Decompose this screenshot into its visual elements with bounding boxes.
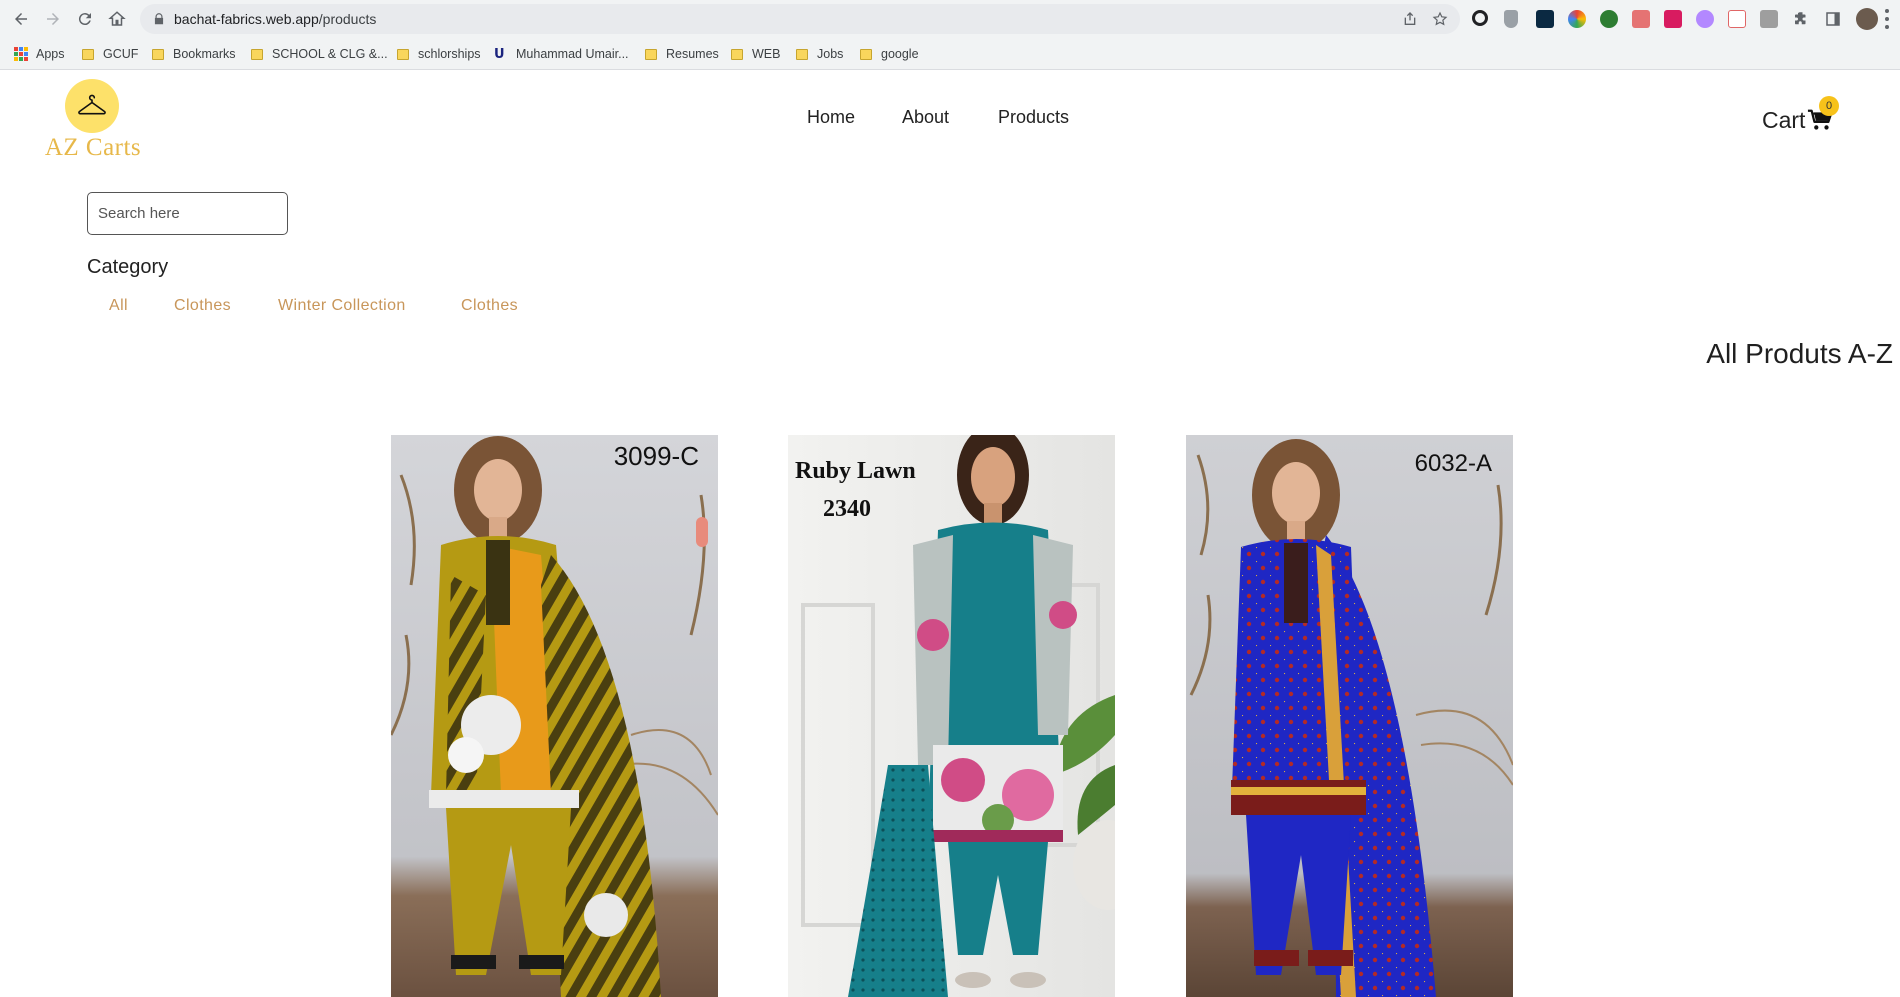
nav-products[interactable]: Products xyxy=(998,107,1069,128)
url-text: bachat-fabrics.web.app/products xyxy=(174,11,377,27)
bookmark-folder-gcuf[interactable]: GCUF xyxy=(82,45,138,63)
extension-react-icon[interactable] xyxy=(1536,10,1554,28)
folder-icon xyxy=(251,48,263,60)
bookmark-folder-schlorships[interactable]: schlorships xyxy=(397,45,481,63)
bookmark-folder-bookmarks[interactable]: Bookmarks xyxy=(152,45,236,63)
category-clothes-2[interactable]: Clothes xyxy=(461,297,518,315)
bookmark-apps[interactable]: Apps xyxy=(14,45,65,63)
product-card[interactable]: 6032-A xyxy=(1186,435,1513,997)
bookmark-folder-web[interactable]: WEB xyxy=(731,45,780,63)
lock-icon xyxy=(154,13,164,25)
extension-wappalyzer-icon[interactable] xyxy=(1664,10,1682,28)
cart-button[interactable]: Cart 0 xyxy=(1762,96,1839,136)
share-icon[interactable] xyxy=(1402,11,1418,27)
extension-shield-icon[interactable] xyxy=(1504,10,1518,28)
main-nav: Home About Products xyxy=(0,107,1900,133)
extension-screenshot-icon[interactable] xyxy=(1632,10,1650,28)
category-clothes[interactable]: Clothes xyxy=(174,297,231,315)
bookmark-folder-google[interactable]: google xyxy=(860,45,919,63)
profile-avatar[interactable] xyxy=(1856,8,1878,30)
browser-toolbar: bachat-fabrics.web.app/products xyxy=(0,0,1900,38)
extension-sync-icon[interactable] xyxy=(1472,10,1488,26)
product-code-line1: Ruby Lawn xyxy=(795,458,916,484)
side-panel-icon[interactable] xyxy=(1824,10,1842,28)
extension-notes-icon[interactable] xyxy=(1760,10,1778,28)
product-card[interactable]: 3099-C xyxy=(391,435,718,997)
reload-icon[interactable] xyxy=(73,7,97,31)
site-u-icon: U xyxy=(494,47,505,62)
apps-grid-icon xyxy=(14,47,28,61)
product-card[interactable]: Ruby Lawn 2340 xyxy=(788,435,1115,997)
extension-color-icon[interactable] xyxy=(1568,10,1586,28)
nav-about[interactable]: About xyxy=(902,107,949,128)
extension-chat-icon[interactable] xyxy=(1696,10,1714,28)
product-image xyxy=(1186,435,1513,997)
bookmark-folder-resumes[interactable]: Resumes xyxy=(645,45,719,63)
folder-icon xyxy=(645,48,657,60)
bookmarks-bar: Apps GCUF Bookmarks SCHOOL & CLG &... sc… xyxy=(0,38,1900,70)
search-input[interactable] xyxy=(87,192,288,235)
product-code: 3099-C xyxy=(613,441,699,471)
folder-icon xyxy=(731,48,743,60)
back-icon[interactable] xyxy=(9,7,33,31)
bookmark-folder-jobs[interactable]: Jobs xyxy=(796,45,843,63)
category-title: Category xyxy=(87,256,169,278)
bookmark-star-icon[interactable] xyxy=(1432,11,1448,27)
folder-icon xyxy=(796,48,808,60)
category-winter-collection[interactable]: Winter Collection xyxy=(278,297,406,315)
folder-icon xyxy=(397,48,409,60)
bookmark-site-umair[interactable]: U Muhammad Umair... xyxy=(494,45,629,63)
folder-icon xyxy=(860,48,872,60)
extension-globe-icon[interactable] xyxy=(1600,10,1618,28)
folder-icon xyxy=(152,48,164,60)
cart-label: Cart xyxy=(1762,106,1806,133)
product-code: 6032-A xyxy=(1414,450,1492,477)
bookmark-folder-school[interactable]: SCHOOL & CLG &... xyxy=(251,45,388,63)
category-all[interactable]: All xyxy=(109,297,128,315)
address-bar[interactable]: bachat-fabrics.web.app/products xyxy=(140,4,1460,34)
home-icon[interactable] xyxy=(105,7,129,31)
logo-text: AZ Carts xyxy=(44,134,142,161)
extension-calendar-icon[interactable] xyxy=(1728,10,1746,28)
nav-home[interactable]: Home xyxy=(807,107,855,128)
forward-icon[interactable] xyxy=(41,7,65,31)
extensions-puzzle-icon[interactable] xyxy=(1792,10,1810,28)
cart-count-badge: 0 xyxy=(1819,96,1839,116)
product-image xyxy=(391,435,718,997)
products-section-title: All Produts A-Z xyxy=(1706,338,1893,369)
browser-menu-icon[interactable] xyxy=(1884,9,1890,29)
product-code-line2: 2340 xyxy=(823,496,871,522)
folder-icon xyxy=(82,48,94,60)
